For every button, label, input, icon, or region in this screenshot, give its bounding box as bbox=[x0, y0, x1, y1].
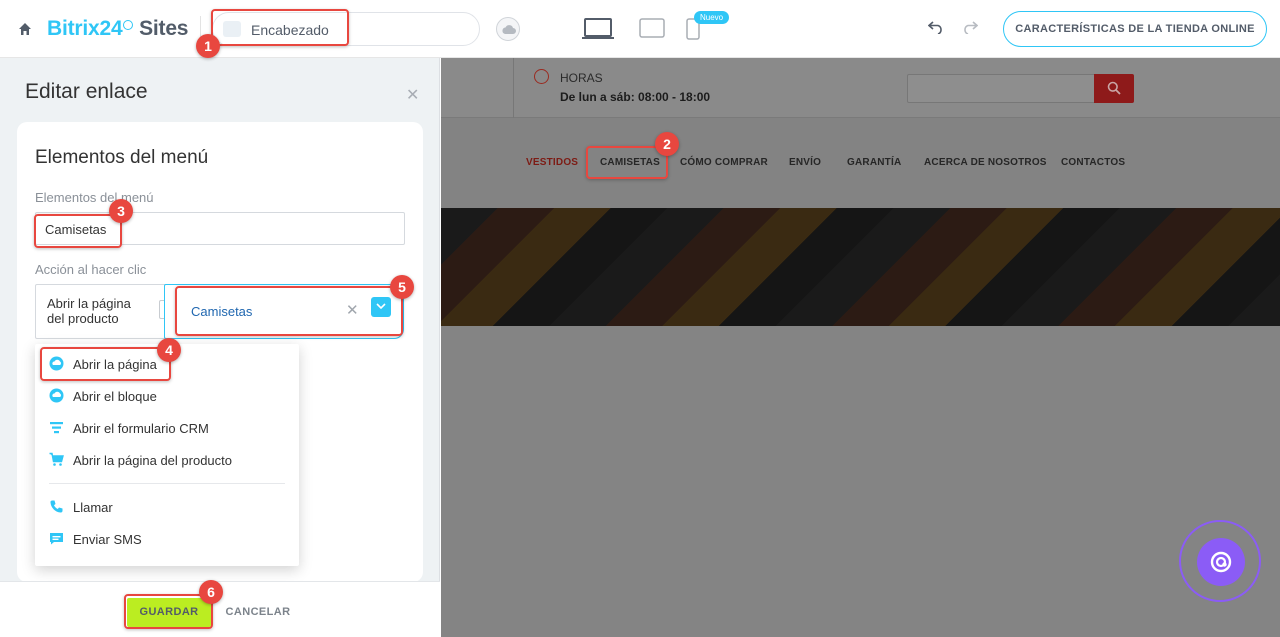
menu-option-label: Abrir la página del producto bbox=[73, 453, 232, 468]
hours-value: De lun a sáb: 08:00 - 18:00 bbox=[560, 90, 711, 104]
menu-option-label: Abrir el bloque bbox=[73, 389, 157, 404]
top-bar: Bitrix24 Sites Encabezado Nuevo CARACTER… bbox=[0, 0, 1280, 58]
action-value: Abrir la página del producto bbox=[47, 296, 131, 326]
phone-icon bbox=[50, 500, 63, 513]
nav-item-como-comprar[interactable]: CÓMO COMPRAR bbox=[680, 157, 768, 168]
block-icon bbox=[49, 388, 64, 403]
highlight-page-selector bbox=[211, 9, 349, 46]
nav-item-garantia[interactable]: GARANTÍA bbox=[847, 157, 901, 168]
tablet-view-icon[interactable] bbox=[639, 18, 665, 38]
preview-body bbox=[441, 326, 1280, 637]
annotation-badge-2: 2 bbox=[655, 132, 679, 156]
highlight-target-select bbox=[175, 286, 403, 336]
home-icon[interactable] bbox=[18, 22, 32, 36]
clock-icon bbox=[123, 20, 134, 30]
cancel-button[interactable]: CANCELAR bbox=[222, 598, 294, 627]
name-field-label: Elementos del menú bbox=[35, 190, 154, 205]
panel-title: Editar enlace bbox=[25, 80, 148, 103]
hours-label: HORAS bbox=[560, 71, 603, 85]
highlight-open-page bbox=[40, 347, 171, 381]
cloud-icon bbox=[502, 25, 516, 34]
cart-icon bbox=[49, 452, 64, 466]
store-features-button[interactable]: CARACTERÍSTICAS DE LA TIENDA ONLINE bbox=[1003, 11, 1267, 47]
assistant-fab[interactable] bbox=[1179, 520, 1261, 602]
annotation-badge-6: 6 bbox=[199, 580, 223, 604]
annotation-badge-5: 5 bbox=[390, 275, 414, 299]
search-icon bbox=[1107, 81, 1121, 95]
nav-item-vestidos[interactable]: VESTIDOS bbox=[526, 157, 578, 168]
nav-item-contactos[interactable]: CONTACTOS bbox=[1061, 157, 1125, 168]
redo-icon[interactable] bbox=[962, 20, 978, 34]
menu-option-label: Llamar bbox=[73, 500, 113, 515]
menu-option-open-crm-form[interactable]: Abrir el formulario CRM bbox=[35, 413, 299, 443]
menu-option-send-sms[interactable]: Enviar SMS bbox=[35, 524, 299, 554]
menu-option-open-block[interactable]: Abrir el bloque bbox=[35, 381, 299, 411]
form-icon bbox=[50, 422, 63, 434]
highlight-nav-camisetas bbox=[586, 146, 668, 179]
brand-sites: Sites bbox=[139, 17, 189, 40]
publish-cloud-button[interactable] bbox=[496, 17, 520, 41]
clock-icon bbox=[534, 69, 549, 84]
assistant-button[interactable] bbox=[1197, 538, 1245, 586]
new-badge: Nuevo bbox=[694, 11, 730, 24]
menu-option-label: Enviar SMS bbox=[73, 532, 142, 547]
brand-main: Bitrix24 bbox=[47, 17, 123, 40]
desktop-view-icon[interactable] bbox=[582, 18, 614, 40]
annotation-badge-1: 1 bbox=[196, 34, 220, 58]
action-field-label: Acción al hacer clic bbox=[35, 262, 147, 277]
close-icon[interactable]: ✕ bbox=[406, 85, 419, 105]
preview-search-button[interactable] bbox=[1094, 74, 1134, 103]
menu-option-open-product-page[interactable]: Abrir la página del producto bbox=[35, 445, 299, 475]
menu-option-label: Abrir el formulario CRM bbox=[73, 421, 209, 436]
undo-icon[interactable] bbox=[928, 20, 944, 34]
preview-header: HORAS De lun a sáb: 08:00 - 18:00 bbox=[441, 58, 1280, 118]
highlight-save-button bbox=[124, 594, 213, 629]
annotation-badge-4: 4 bbox=[157, 338, 181, 362]
chat-assistant-icon bbox=[1210, 551, 1232, 573]
highlight-name-input bbox=[34, 214, 122, 248]
nav-item-envio[interactable]: ENVÍO bbox=[789, 157, 821, 168]
action-select[interactable]: Abrir la página del producto bbox=[35, 284, 182, 339]
annotation-badge-3: 3 bbox=[109, 199, 133, 223]
header-divider bbox=[513, 58, 514, 118]
menu-option-call[interactable]: Llamar bbox=[35, 492, 299, 522]
site-preview: HORAS De lun a sáb: 08:00 - 18:00 VESTID… bbox=[441, 58, 1280, 637]
preview-search-input[interactable] bbox=[907, 74, 1096, 103]
card-title: Elementos del menú bbox=[35, 147, 209, 168]
sms-icon bbox=[50, 533, 63, 545]
menu-divider bbox=[49, 483, 285, 484]
bitrix-logo[interactable]: Bitrix24 Sites bbox=[47, 17, 188, 41]
preview-banner bbox=[441, 208, 1280, 326]
nav-item-acerca[interactable]: ACERCA DE NOSOTROS bbox=[924, 157, 1047, 168]
